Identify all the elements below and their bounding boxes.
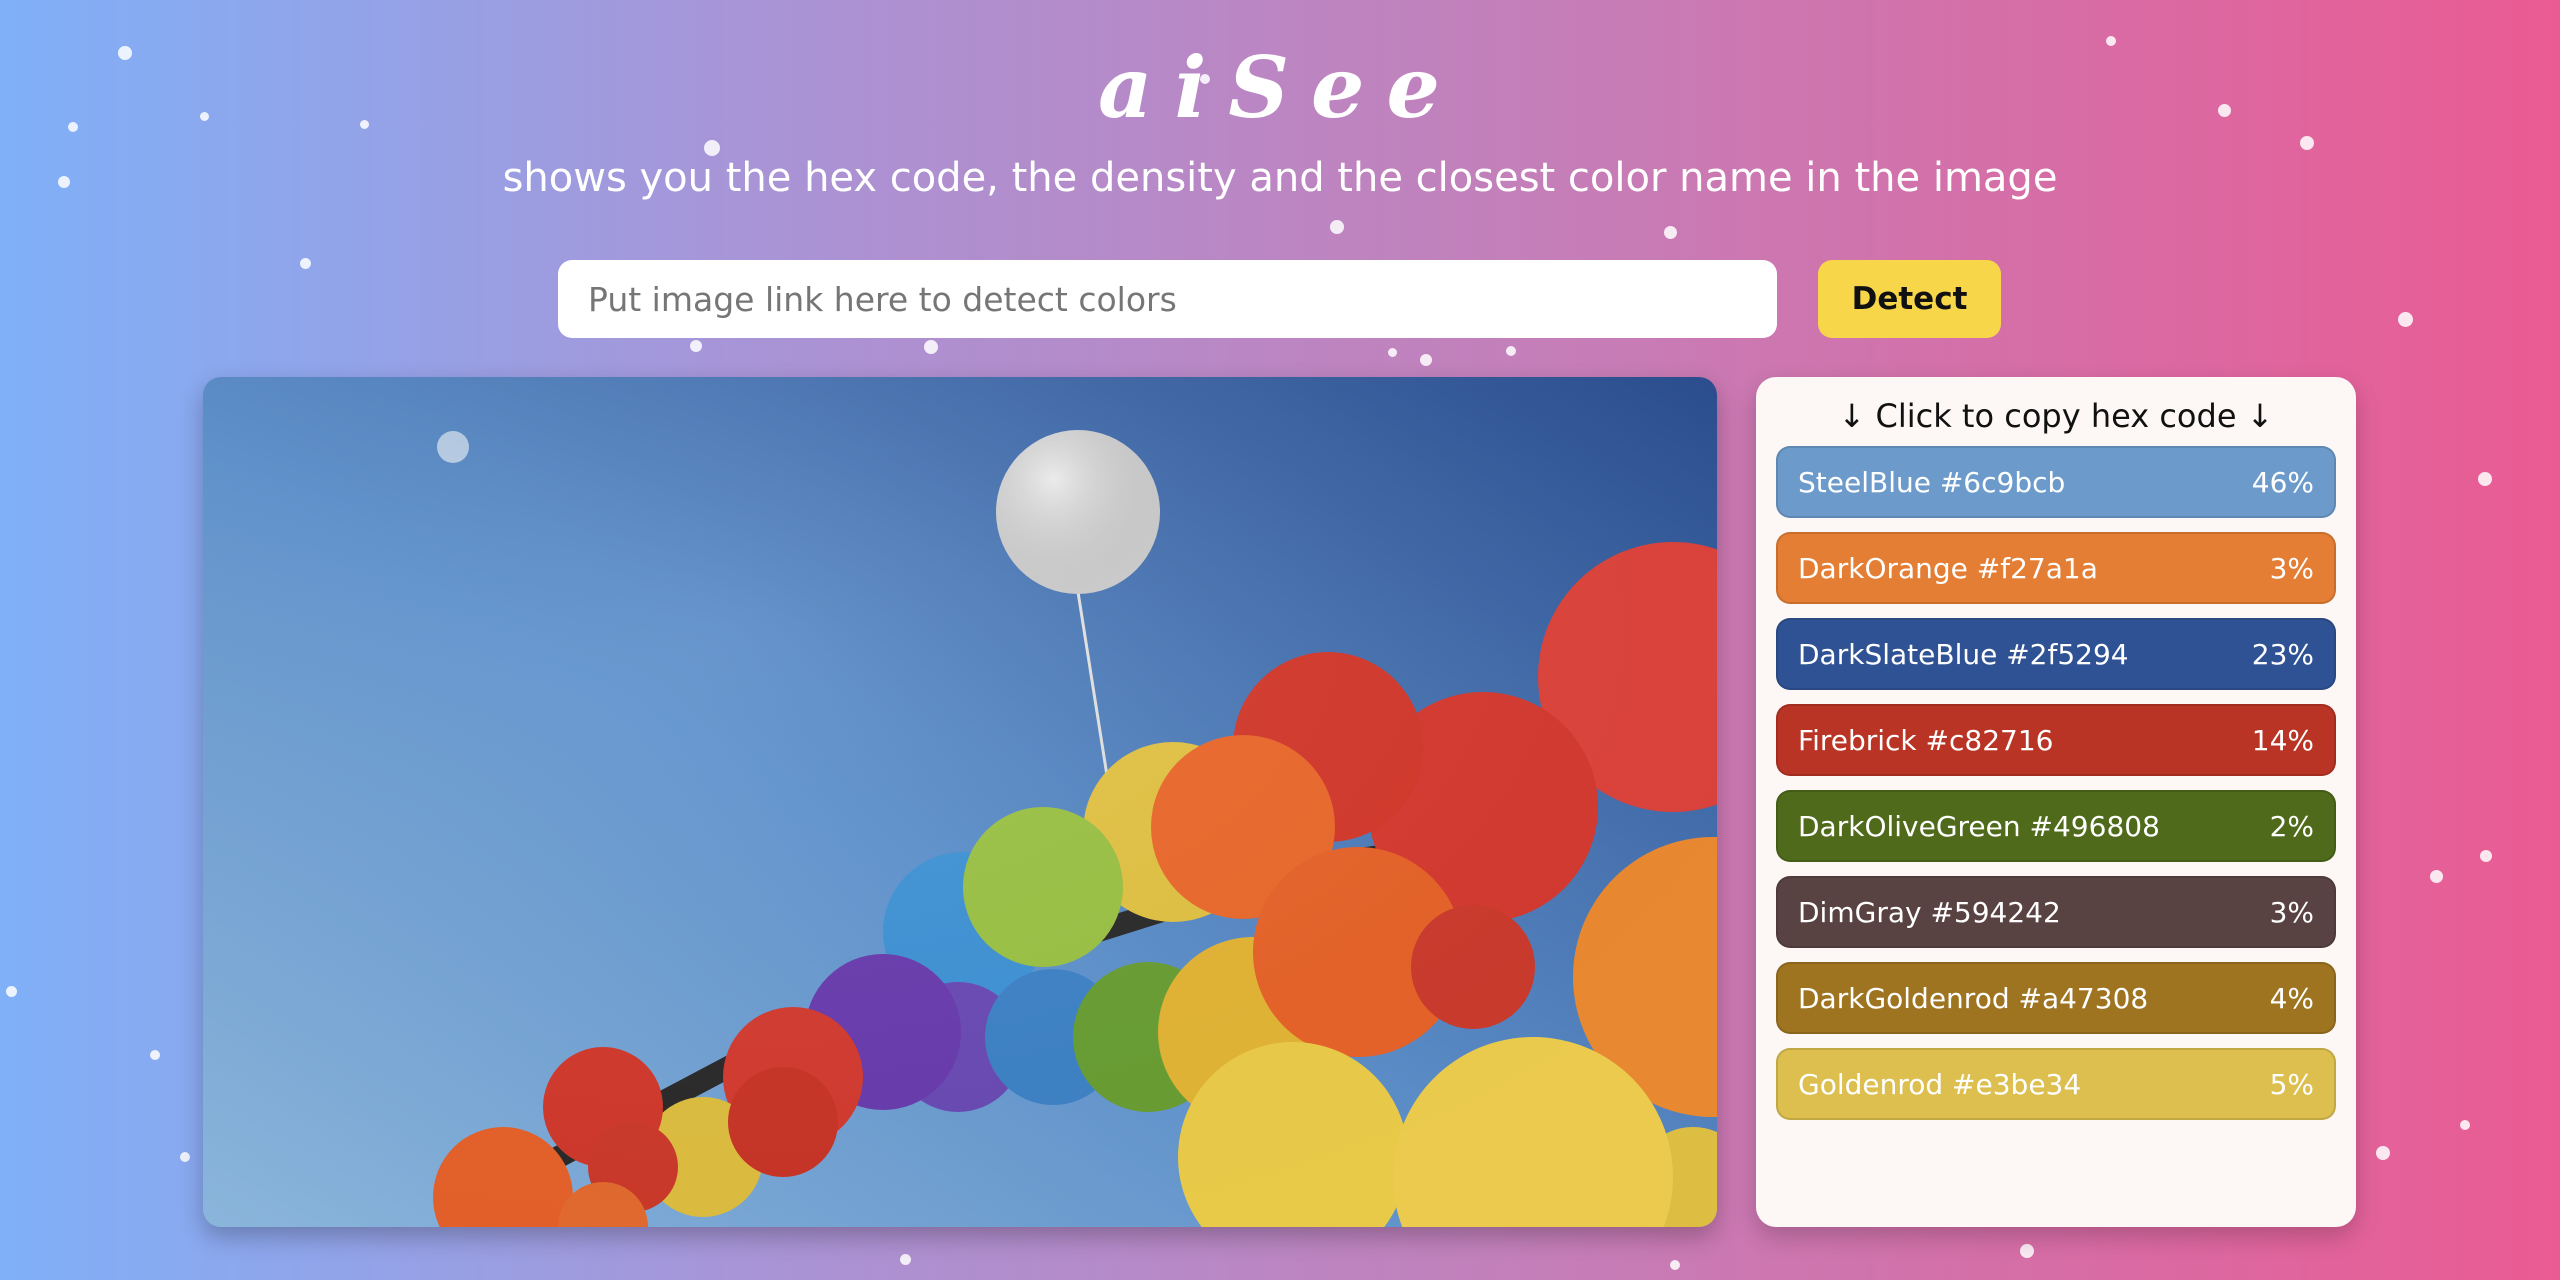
swatch-label: SteelBlue #6c9bcb xyxy=(1798,465,2066,499)
color-swatch-dimgray[interactable]: DimGray #594242 3% xyxy=(1776,876,2336,948)
swatch-percent: 14% xyxy=(2251,723,2314,757)
swatch-label: DarkOliveGreen #496808 xyxy=(1798,809,2160,843)
analyzed-image xyxy=(203,377,1717,1227)
palette-title: ↓ Click to copy hex code ↓ xyxy=(1838,397,2274,435)
swatch-percent: 2% xyxy=(2269,809,2314,843)
color-swatch-darkslateblue[interactable]: DarkSlateBlue #2f5294 23% xyxy=(1776,618,2336,690)
color-swatch-darkgoldenrod[interactable]: DarkGoldenrod #a47308 4% xyxy=(1776,962,2336,1034)
swatch-percent: 46% xyxy=(2251,465,2314,499)
swatch-label: DarkGoldenrod #a47308 xyxy=(1798,981,2149,1015)
color-swatch-darkolivegreen[interactable]: DarkOliveGreen #496808 2% xyxy=(1776,790,2336,862)
image-link-input[interactable] xyxy=(558,260,1777,338)
swatch-percent: 23% xyxy=(2251,637,2314,671)
swatch-label: Firebrick #c82716 xyxy=(1798,723,2054,757)
swatch-label: DimGray #594242 xyxy=(1798,895,2061,929)
color-swatch-darkorange[interactable]: DarkOrange #f27a1a 3% xyxy=(1776,532,2336,604)
app-subtitle: shows you the hex code, the density and … xyxy=(502,155,2058,201)
app-logo: aiSee xyxy=(1098,38,1462,137)
swatch-percent: 3% xyxy=(2269,895,2314,929)
swatch-percent: 5% xyxy=(2269,1067,2314,1101)
color-swatch-goldenrod[interactable]: Goldenrod #e3be34 5% xyxy=(1776,1048,2336,1120)
swatch-label: DarkOrange #f27a1a xyxy=(1798,551,2098,585)
swatch-label: DarkSlateBlue #2f5294 xyxy=(1798,637,2129,671)
color-palette-panel: ↓ Click to copy hex code ↓ SteelBlue #6c… xyxy=(1756,377,2356,1227)
color-swatch-firebrick[interactable]: Firebrick #c82716 14% xyxy=(1776,704,2336,776)
color-swatch-steelblue[interactable]: SteelBlue #6c9bcb 46% xyxy=(1776,446,2336,518)
detect-button[interactable]: Detect xyxy=(1818,260,2001,338)
swatch-label: Goldenrod #e3be34 xyxy=(1798,1067,2082,1101)
swatch-percent: 4% xyxy=(2269,981,2314,1015)
swatch-percent: 3% xyxy=(2269,551,2314,585)
